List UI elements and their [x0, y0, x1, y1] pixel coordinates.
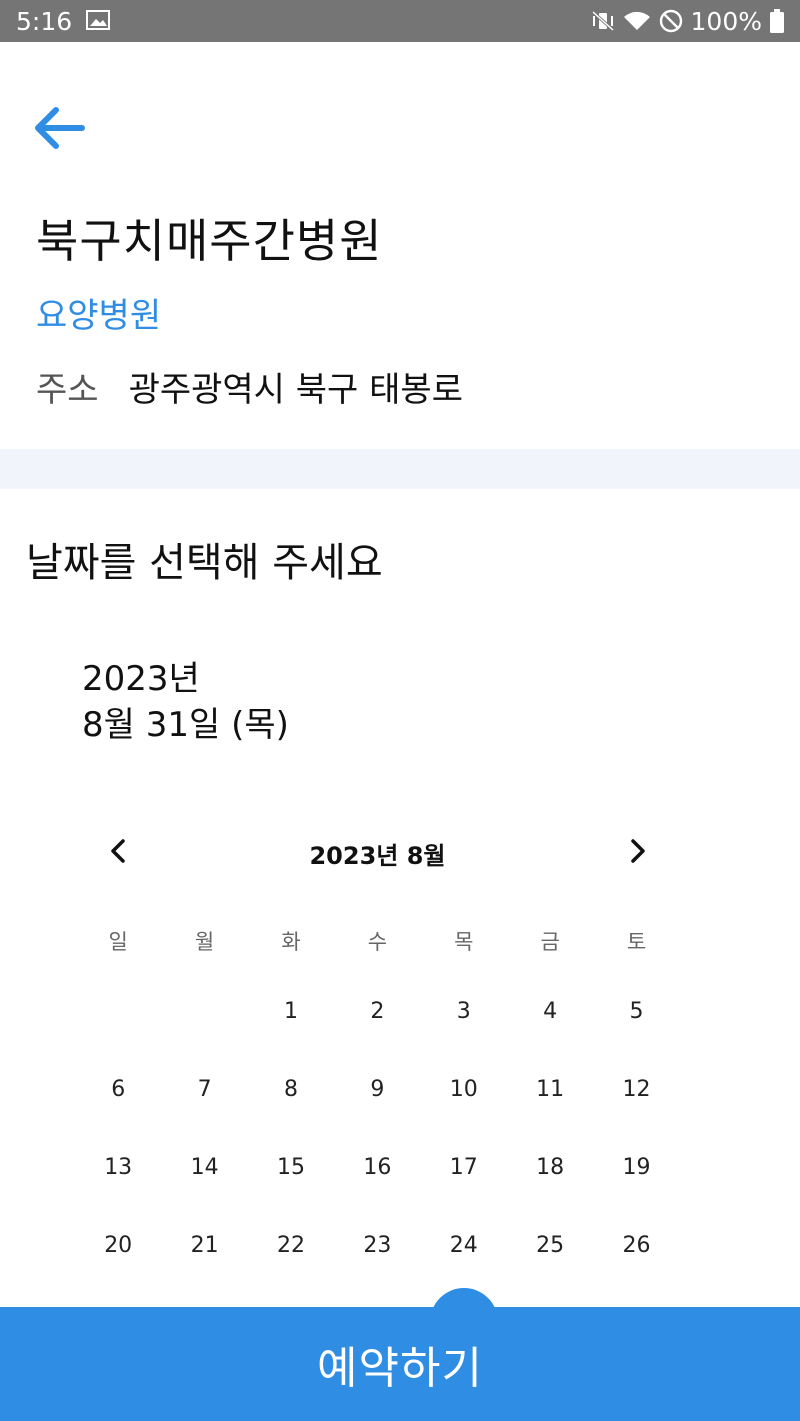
calendar-day[interactable]: 20	[75, 1206, 161, 1284]
address-value: 광주광역시 북구 태봉로	[128, 370, 463, 410]
back-button[interactable]	[30, 100, 88, 156]
calendar-day[interactable]: 12	[593, 1050, 679, 1128]
weekday-label: 수	[367, 930, 388, 954]
chevron-right-icon	[622, 839, 652, 870]
weekday-label: 일	[108, 930, 128, 954]
calendar-day[interactable]: 3	[421, 972, 507, 1050]
weekday-label: 금	[540, 930, 560, 954]
calendar-day[interactable]: 1	[248, 972, 334, 1050]
status-time: 5:16	[16, 6, 73, 36]
month-header: 2023년 8월	[80, 826, 670, 876]
calendar-day[interactable]: 23	[334, 1206, 420, 1284]
weekday-label: 화	[281, 930, 301, 954]
calendar-day[interactable]: 26	[593, 1206, 679, 1284]
calendar-day[interactable]: 11	[507, 1050, 593, 1128]
calendar-day[interactable]: 14	[161, 1128, 247, 1206]
date-prompt: 날짜를 선택해 주세요	[26, 540, 383, 586]
calendar-grid: 일 월 화 수 목 금 토 1 2 3 4 5 6 7 8 9 10 11 12 13 14 15 16 17 18 19 20 21…	[75, 910, 680, 1284]
address-label: 주소	[36, 370, 99, 410]
calendar-day[interactable]: 19	[593, 1128, 679, 1206]
selected-date-display: 2023년 8월 31일 (목)	[82, 656, 289, 748]
calendar-empty-cell	[161, 972, 247, 1050]
weekday-label: 목	[454, 930, 474, 954]
do-not-disturb-icon	[659, 9, 683, 33]
status-icons: 100%	[591, 7, 784, 36]
calendar-day[interactable]: 17	[421, 1128, 507, 1206]
calendar-day[interactable]: 9	[334, 1050, 420, 1128]
calendar-day[interactable]: 24	[421, 1206, 507, 1284]
calendar-day[interactable]: 13	[75, 1128, 161, 1206]
calendar-day[interactable]: 21	[161, 1206, 247, 1284]
calendar-day[interactable]: 18	[507, 1128, 593, 1206]
hospital-type: 요양병원	[36, 296, 162, 336]
weekday-label: 월	[194, 930, 215, 954]
selected-date: 8월 31일 (목)	[82, 705, 289, 745]
calendar-day[interactable]: 16	[334, 1128, 420, 1206]
section-divider	[0, 449, 800, 489]
battery-icon	[770, 9, 784, 33]
arrow-left-icon	[30, 107, 88, 160]
address-row: 주소 광주광역시 북구 태봉로	[36, 362, 463, 411]
calendar-day[interactable]: 7	[161, 1050, 247, 1128]
hospital-name: 북구치매주간병원	[36, 214, 383, 268]
wifi-icon	[623, 10, 651, 32]
battery-level: 100%	[690, 6, 762, 36]
status-bar: 5:16 100%	[0, 0, 800, 42]
selected-year: 2023년	[82, 659, 200, 699]
mute-vibrate-icon	[591, 10, 615, 32]
calendar-day[interactable]: 25	[507, 1206, 593, 1284]
calendar-empty-cell	[75, 972, 161, 1050]
calendar-day[interactable]: 5	[593, 972, 679, 1050]
calendar-day[interactable]: 2	[334, 972, 420, 1050]
calendar-day[interactable]: 4	[507, 972, 593, 1050]
calendar-day[interactable]: 8	[248, 1050, 334, 1128]
calendar-day[interactable]: 10	[421, 1050, 507, 1128]
calendar-day[interactable]: 6	[75, 1050, 161, 1128]
weekday-label: 토	[626, 930, 647, 954]
reserve-button[interactable]: 예약하기	[0, 1307, 800, 1421]
image-icon	[86, 7, 111, 36]
month-title: 2023년 8월	[309, 842, 446, 870]
calendar-day[interactable]: 15	[248, 1128, 334, 1206]
calendar-day[interactable]: 22	[248, 1206, 334, 1284]
next-month-button[interactable]	[622, 836, 652, 866]
